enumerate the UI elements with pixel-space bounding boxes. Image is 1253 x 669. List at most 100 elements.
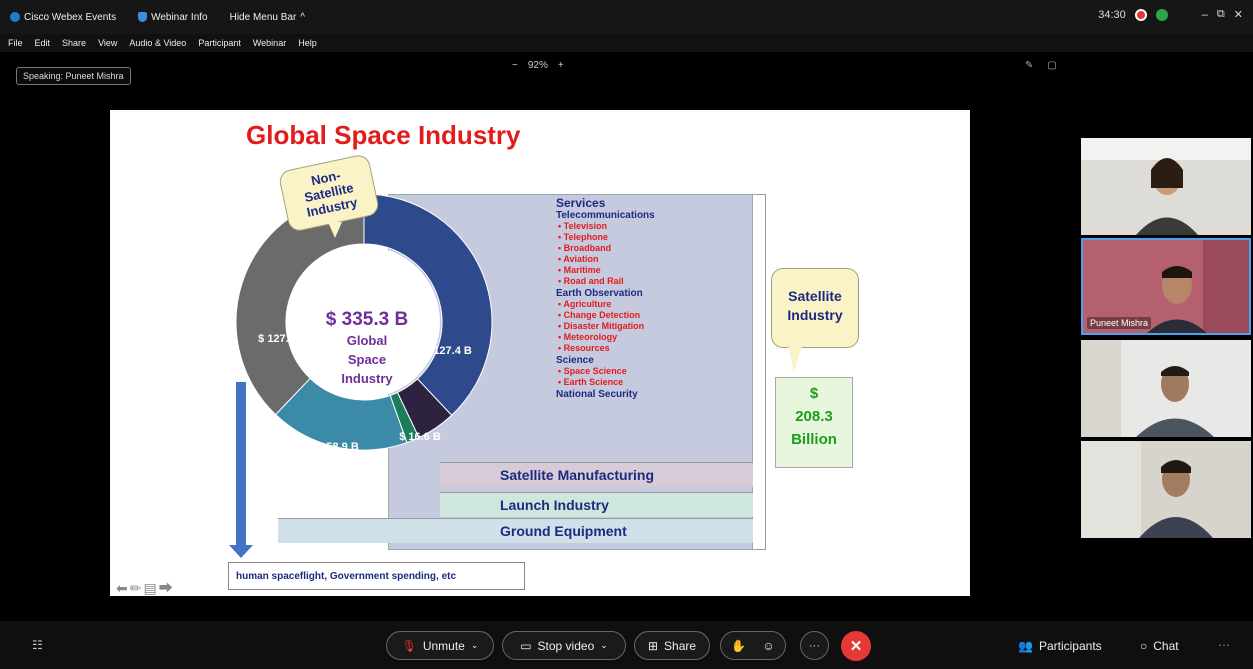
telecom-heading: Telecommunications — [556, 210, 655, 221]
slide-nav-icons[interactable]: ⬅✏▤⮕ — [116, 578, 175, 596]
restore-button[interactable]: ⧉ — [1217, 8, 1225, 21]
share-view-controls: ✎ ▢ — [1025, 60, 1057, 71]
center-line-2: Space — [347, 352, 387, 367]
menu-audio-video[interactable]: Audio & Video — [129, 38, 186, 48]
unmute-button[interactable]: 🎙 Unmute ⌄ — [386, 631, 494, 660]
participants-label: Participants — [1038, 639, 1102, 653]
sat-total-dollar: $ — [809, 385, 819, 402]
chat-label: Chat — [1153, 639, 1179, 653]
band-ground-equipment: Ground Equipment — [278, 518, 753, 543]
app-title: Cisco Webex Events — [10, 12, 116, 23]
eo-item: • Resources — [558, 343, 610, 353]
layout-icon[interactable]: ▢ — [1047, 60, 1056, 71]
participant-video — [1081, 441, 1251, 538]
webinar-info-button[interactable]: Webinar Info — [138, 12, 208, 23]
share-label: Share — [664, 638, 697, 653]
meeting-timer: 34:30 — [1098, 8, 1126, 21]
menu-edit[interactable]: Edit — [35, 38, 51, 48]
callout-pointer — [328, 222, 342, 238]
arrow-down-icon — [229, 545, 253, 558]
minimize-button[interactable]: – — [1202, 9, 1208, 21]
captions-icon[interactable]: ☷ — [32, 638, 43, 652]
chevron-up-icon: ^ — [300, 11, 305, 23]
zoom-out-button[interactable]: − — [512, 60, 518, 71]
raise-hand-icon[interactable]: ✋ — [731, 639, 746, 653]
unmute-label: Unmute — [422, 638, 465, 653]
telecom-item: • Aviation — [558, 254, 599, 264]
share-icon: ⊞ — [647, 638, 659, 653]
donut-slice-label: $ 16.6 B — [399, 431, 441, 443]
shared-slide: Global Space Industry Satellite Manufact… — [110, 110, 970, 596]
more-icon[interactable]: ⋯ — [1218, 638, 1230, 652]
donut-slice-label: $ 127.0 B — [258, 333, 306, 345]
callout-line: Industry — [787, 307, 843, 323]
participant-tile-active[interactable]: Puneet Mishra — [1081, 238, 1251, 335]
more-options-button[interactable]: ··· — [800, 631, 829, 660]
end-call-button[interactable]: ✕ — [841, 631, 871, 661]
recording-icon[interactable] — [1134, 8, 1147, 21]
app-name: Cisco Webex Events — [24, 11, 117, 23]
reactions-group: ✋ ☺ — [720, 631, 786, 660]
webinar-info-label: Webinar Info — [151, 11, 208, 23]
share-button[interactable]: ⊞ Share — [634, 631, 710, 660]
menu-share[interactable]: Share — [62, 38, 86, 48]
national-security-label: National Security — [556, 389, 638, 400]
menu-file[interactable]: File — [8, 38, 23, 48]
chat-button[interactable]: ○ Chat — [1140, 639, 1179, 653]
donut-slice-label: $ 58.9 B — [317, 441, 359, 452]
eo-item: • Agriculture — [558, 299, 612, 309]
participant-tile[interactable] — [1081, 340, 1251, 437]
callout-pointer — [788, 346, 802, 372]
services-heading: Services — [556, 196, 606, 210]
menu-help[interactable]: Help — [298, 38, 317, 48]
webex-logo-icon — [10, 12, 20, 22]
science-item: • Earth Science — [558, 377, 624, 387]
human-spaceflight-box: human spaceflight, Government spending, … — [228, 562, 525, 590]
chevron-down-icon[interactable]: ⌄ — [471, 640, 479, 651]
eo-item: • Change Detection — [558, 310, 641, 320]
satellite-bracket — [753, 194, 766, 550]
participants-button[interactable]: 👥 Participants — [1018, 639, 1102, 653]
band-satellite-manufacturing: Satellite Manufacturing — [440, 462, 753, 487]
menu-view[interactable]: View — [98, 38, 117, 48]
title-bar: Cisco Webex Events Webinar Info Hide Men… — [0, 0, 1253, 34]
reactions-icon[interactable]: ☺ — [762, 639, 774, 653]
participants-icon: 👥 — [1018, 639, 1033, 653]
telecom-item: • Broadband — [558, 243, 612, 253]
science-item: • Space Science — [558, 366, 627, 376]
arrow-stem — [236, 382, 246, 546]
video-icon: ▭ — [520, 638, 532, 653]
donut-center-label: $ 335.3 B Global Space Industry — [318, 310, 416, 388]
window-controls: 34:30 – ⧉ ✕ — [1098, 8, 1243, 21]
chevron-down-icon[interactable]: ⌄ — [600, 640, 608, 651]
satellite-total-box: $ 208.3 Billion — [775, 377, 853, 468]
slide-title: Global Space Industry — [246, 120, 521, 150]
center-line-1: Global — [346, 333, 388, 348]
annotate-icon[interactable]: ✎ — [1025, 60, 1033, 71]
speaking-indicator: Speaking: Puneet Mishra — [16, 67, 131, 85]
earth-observation-heading: Earth Observation — [556, 288, 643, 299]
menu-webinar[interactable]: Webinar — [253, 38, 286, 48]
sat-total-unit: Billion — [791, 431, 837, 448]
shield-icon — [138, 12, 148, 22]
eo-item: • Meteorology — [558, 332, 618, 342]
status-icon[interactable] — [1155, 8, 1168, 21]
stop-video-button[interactable]: ▭ Stop video ⌄ — [502, 631, 626, 660]
participant-tile[interactable] — [1081, 441, 1251, 538]
participant-tile[interactable] — [1081, 138, 1251, 235]
center-line-3: Industry — [341, 371, 393, 386]
hide-menu-label: Hide Menu Bar — [229, 11, 297, 23]
meeting-toolbar: ☷ 🎙 Unmute ⌄ ▭ Stop video ⌄ ⊞ Share ✋ ☺ … — [0, 621, 1253, 669]
menu-participant[interactable]: Participant — [198, 38, 241, 48]
mic-muted-icon: 🎙 — [401, 638, 417, 653]
callout-line: Satellite — [788, 288, 842, 304]
band-launch-industry: Launch Industry — [440, 492, 753, 517]
telecom-item: • Television — [558, 221, 608, 231]
close-button[interactable]: ✕ — [1234, 8, 1243, 21]
zoom-level: 92% — [527, 60, 548, 71]
hide-menu-bar-button[interactable]: Hide Menu Bar ^ — [230, 12, 305, 23]
sat-total-value: 208.3 — [795, 408, 833, 425]
chat-icon: ○ — [1140, 639, 1148, 653]
zoom-in-button[interactable]: + — [558, 60, 564, 71]
services-list: Services Telecommunications • Television… — [556, 196, 655, 400]
